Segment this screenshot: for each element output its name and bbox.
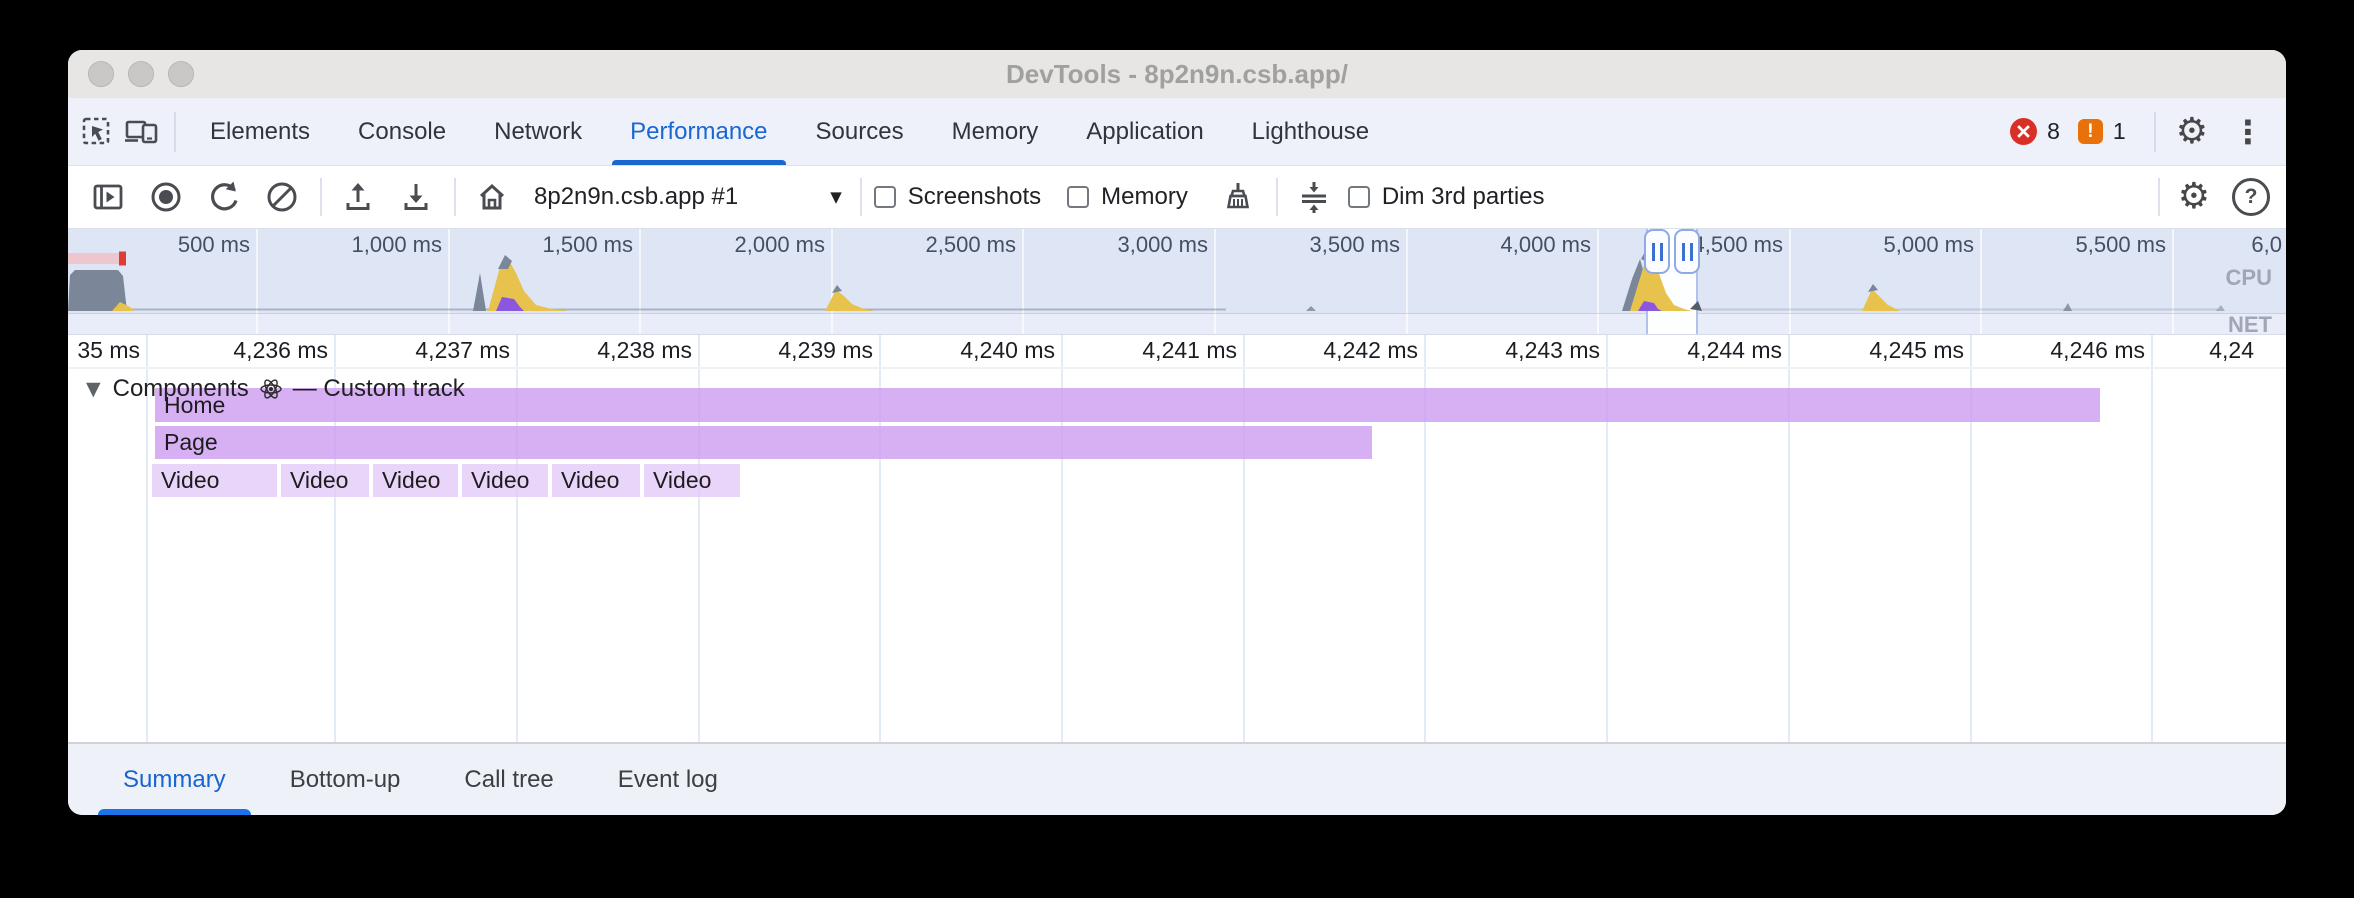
titlebar: DevTools - 8p2n9n.csb.app/ [68,50,2286,98]
dim-3rd-parties-checkbox-item: Dim 3rd parties [1348,183,1545,211]
toolbar-right-controls: ⚙ ? [2154,178,2270,216]
record-and-reload-button[interactable] [200,173,248,221]
track-bar-video[interactable]: Video [152,464,277,497]
tab-memory[interactable]: Memory [928,98,1063,165]
toolbar-divider [454,178,456,216]
collect-garbage-button[interactable] [1214,173,1262,221]
track-subtitle: — Custom track [293,375,465,403]
more-options-kebab-icon[interactable]: ⋮ [2232,116,2264,148]
collapse-triangle-icon[interactable]: ▼ [86,378,101,400]
reload-icon [206,179,242,215]
settings-gear-icon[interactable]: ⚙ [2176,114,2208,150]
clear-button[interactable] [258,173,306,221]
upload-icon [340,179,376,215]
home-icon [474,179,510,215]
timeline-overview[interactable]: 500 ms1,000 ms1,500 ms2,000 ms2,500 ms3,… [68,228,2286,335]
track-bar-video[interactable]: Video [644,464,740,497]
tab-elements[interactable]: Elements [186,98,334,165]
tab-application[interactable]: Application [1062,98,1227,165]
load-profile-button[interactable] [334,173,382,221]
record-button[interactable] [142,173,190,221]
help-icon[interactable]: ? [2232,178,2270,216]
toolbar-divider [1276,178,1278,216]
bottom-tab-bottom-up[interactable]: Bottom-up [265,744,426,815]
target-selector-label: 8p2n9n.csb.app #1 [534,183,738,211]
memory-label[interactable]: Memory [1101,183,1188,211]
dim-3rd-parties-label[interactable]: Dim 3rd parties [1382,183,1545,211]
track-bar-video[interactable]: Video [281,464,369,497]
detail-ruler [68,335,2286,369]
device-toolbar-icon [123,114,161,150]
memory-checkbox-item: Memory [1067,183,1188,211]
target-selector-dropdown[interactable]: 8p2n9n.csb.app #1 ▼ [534,183,842,211]
devtools-tabbar: ElementsConsoleNetworkPerformanceSources… [68,98,2286,166]
toolbar-divider [320,178,322,216]
help-question-mark: ? [2245,185,2258,209]
bottom-tab-call-tree[interactable]: Call tree [439,744,578,815]
selection-right-handle[interactable] [1674,229,1700,274]
track-bar-video[interactable]: Video [373,464,458,497]
memory-checkbox[interactable] [1067,186,1089,208]
tabbar-right-divider [2154,112,2156,152]
screenshots-checkbox[interactable] [874,186,896,208]
tab-sources[interactable]: Sources [792,98,928,165]
collapse-tracks-button[interactable] [1290,173,1338,221]
warning-mark: ! [2087,121,2093,143]
tab-network[interactable]: Network [470,98,606,165]
sidebar-panel-icon [90,179,126,215]
device-toolbar-button[interactable] [120,110,164,154]
panel-tabs: ElementsConsoleNetworkPerformanceSources… [186,98,1393,165]
window-title: DevTools - 8p2n9n.csb.app/ [68,59,2286,90]
timeline-detail[interactable]: 35 ms4,236 ms4,237 ms4,238 ms4,239 ms4,2… [68,335,2286,742]
tab-lighthouse[interactable]: Lighthouse [1228,98,1393,165]
bottom-tabbar: SummaryBottom-upCall treeEvent log [68,742,2286,815]
tab-performance[interactable]: Performance [606,98,791,165]
collapse-vertical-icon [1296,179,1332,215]
error-count[interactable]: 8 [2047,118,2060,145]
cpu-activity-chart [68,229,2286,336]
tab-console[interactable]: Console [334,98,470,165]
toggle-sidebar-button[interactable] [84,173,132,221]
screenshots-label[interactable]: Screenshots [908,183,1041,211]
bottom-tab-summary[interactable]: Summary [98,744,251,815]
dim-3rd-parties-checkbox[interactable] [1348,186,1370,208]
tabbar-right-controls: 8 ! 1 ⚙ ⋮ [2010,112,2286,152]
toolbar-divider [2158,178,2160,216]
capture-settings-gear-icon[interactable]: ⚙ [2178,179,2210,215]
warning-badge-icon[interactable]: ! [2078,119,2103,144]
track-bar-page[interactable]: Page [155,426,1372,459]
track-bar-video[interactable]: Video [552,464,640,497]
save-profile-button[interactable] [392,173,440,221]
clear-icon [264,179,300,215]
error-badge-icon[interactable] [2010,118,2037,145]
record-icon [148,179,184,215]
inspect-element-button[interactable] [76,110,120,154]
screenshots-checkbox-item: Screenshots [874,183,1041,211]
inspect-cursor-icon [80,114,116,150]
track-bar-video[interactable]: Video [462,464,548,497]
toolbar-divider [860,178,862,216]
selection-left-handle[interactable] [1644,229,1670,274]
devtools-window: DevTools - 8p2n9n.csb.app/ ElementsConso… [68,50,2286,815]
gc-broom-icon [1220,179,1256,215]
home-button[interactable] [468,173,516,221]
components-track-header[interactable]: ▼ Components — Custom track [68,375,465,403]
performance-toolbar: 8p2n9n.csb.app #1 ▼ Screenshots Memory [68,166,2286,228]
bottom-tab-event-log[interactable]: Event log [593,744,743,815]
tabbar-divider [174,112,176,152]
react-atom-icon [259,377,283,401]
download-icon [398,179,434,215]
chevron-down-icon: ▼ [830,188,842,206]
warning-count[interactable]: 1 [2113,118,2126,145]
track-title: Components [113,375,249,403]
